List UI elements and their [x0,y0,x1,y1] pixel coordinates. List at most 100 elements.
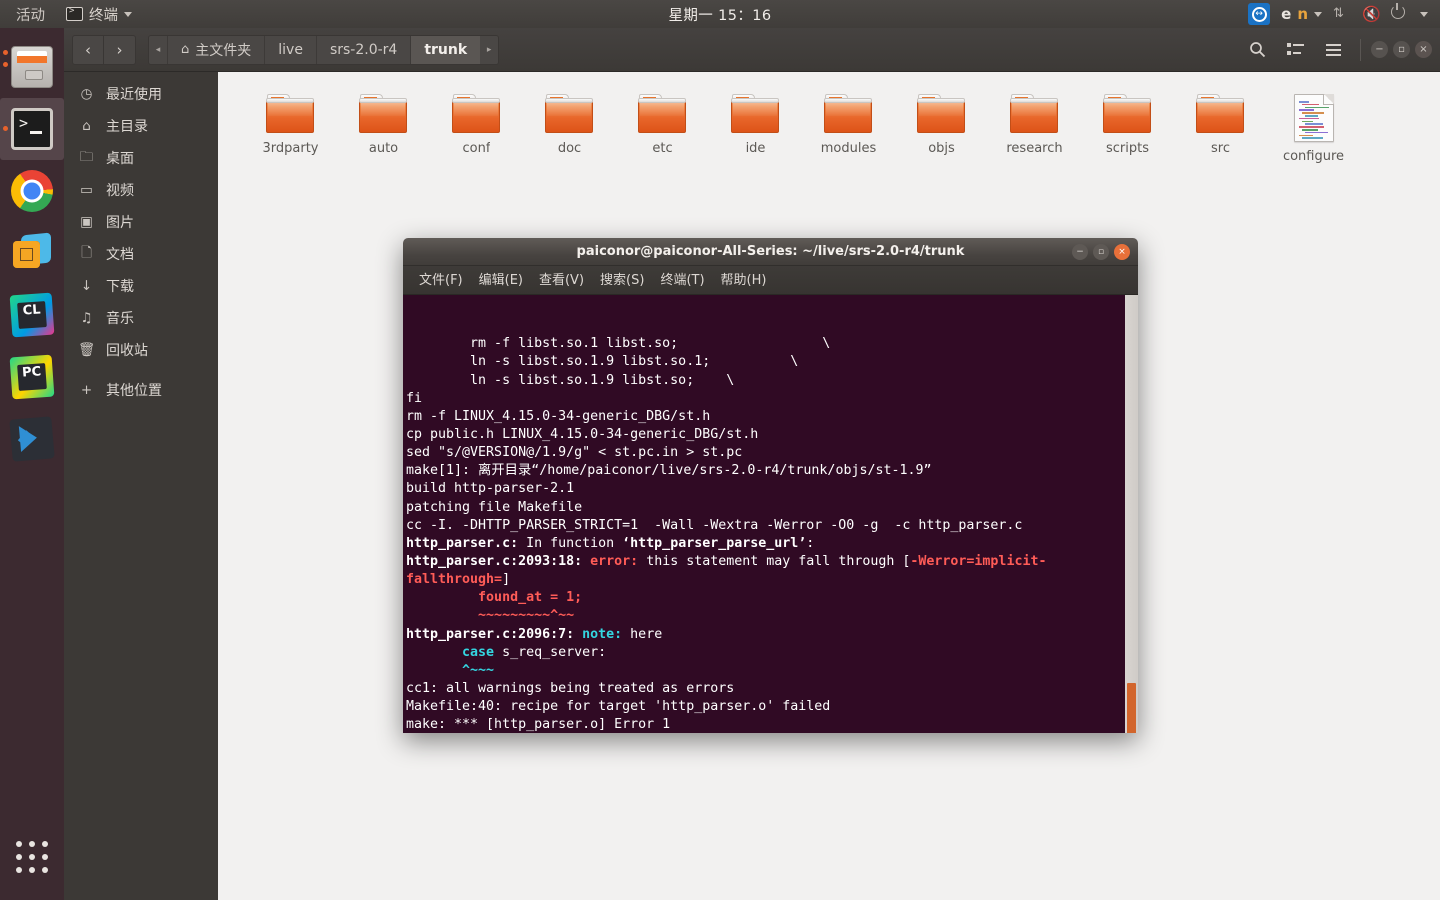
terminal-line: ln -s libst.so.1.9 libst.so; \ [406,372,735,388]
folder-item[interactable]: 3rdparty [244,90,337,164]
file-name-label: research [1006,141,1063,156]
sidebar-item-other-locations[interactable]: + 其他位置 [64,374,218,406]
breadcrumb-item-live[interactable]: live [264,35,316,64]
folder-item[interactable]: conf [430,90,523,164]
menu-edit[interactable]: 编辑(E) [471,266,531,295]
file-name-label: modules [820,141,877,156]
hamburger-menu-icon[interactable] [1316,34,1350,66]
folder-item[interactable]: research [988,90,1081,164]
menu-terminal[interactable]: 终端(T) [652,266,712,295]
list-view-icon[interactable] [1278,34,1312,66]
file-name-label: objs [928,141,955,156]
breadcrumb-item-srs[interactable]: srs-2.0-r4 [315,35,411,64]
terminal-line: http_parser.c:2093:18: error: this state… [406,554,1047,569]
file-manager-window-controls: − ▫ × [1371,41,1432,58]
file-name-label: auto [368,141,399,156]
sidebar-item-recent[interactable]: ◷ 最近使用 [64,78,218,110]
lang-first-letter: e [1281,5,1292,23]
menu-file[interactable]: 文件(F) [411,266,471,295]
keyboard-layout-indicator[interactable]: en [1281,5,1322,23]
dock-item-pycharm[interactable] [0,346,64,408]
terminal-minimize-button[interactable]: − [1072,243,1088,260]
terminal-scrollbar[interactable] [1125,295,1138,733]
dock-item-chrome[interactable] [0,160,64,222]
folder-item[interactable]: ide [709,90,802,164]
back-button[interactable]: ‹ [72,34,104,65]
menu-view[interactable]: 查看(V) [531,266,592,295]
folder-item[interactable]: etc [616,90,709,164]
dock-item-vmware[interactable] [0,222,64,284]
folder-item[interactable]: objs [895,90,988,164]
sidebar-item-downloads[interactable]: ↓ 下载 [64,270,218,302]
close-button[interactable]: × [1415,41,1432,58]
file-name-label: configure [1282,149,1345,164]
sidebar-item-label: 回收站 [106,343,148,359]
sidebar-item-label: 桌面 [106,151,134,167]
folder-item[interactable]: scripts [1081,90,1174,164]
search-icon[interactable] [1240,34,1274,66]
breadcrumb-scroll-right[interactable]: ▸ [480,35,499,64]
terminal-maximize-button[interactable]: ▫ [1093,243,1109,260]
sidebar-item-label: 图片 [106,215,134,231]
breadcrumb-item-home[interactable]: ⌂ 主文件夹 [167,35,265,64]
volume-muted-icon[interactable]: 🔇 [1362,5,1381,23]
plus-icon: + [80,382,93,398]
file-name-label: src [1211,141,1230,156]
sidebar-item-home[interactable]: ⌂ 主目录 [64,110,218,142]
dock-item-clion[interactable] [0,284,64,346]
terminal-title-bar[interactable]: paiconor@paiconor-All-Series: ~/live/srs… [403,238,1138,266]
chevron-down-icon[interactable] [1420,11,1428,17]
terminal-close-button[interactable]: × [1114,243,1130,260]
maximize-button[interactable]: ▫ [1393,41,1410,58]
file-item[interactable]: configure [1267,90,1360,164]
terminal-line: ln -s libst.so.1.9 libst.so.1; \ [406,354,799,370]
sidebar-item-trash[interactable]: 🗑 回收站 [64,334,218,366]
clock[interactable]: 星期一 15：16 [590,4,850,25]
show-applications-button[interactable] [0,832,64,882]
app-menu-terminal[interactable]: 终端 [58,4,140,25]
folder-icon [265,94,316,134]
menu-search[interactable]: 搜索(S) [592,266,652,295]
dock-item-files[interactable] [0,36,64,98]
home-icon: ⌂ [82,118,91,134]
sidebar-item-label: 音乐 [106,311,134,327]
folder-item[interactable]: doc [523,90,616,164]
terminal-output[interactable]: rm -f libst.so.1 libst.so; \ ln -s libst… [403,295,1138,733]
activities-button[interactable]: 活动 [0,4,58,25]
terminal-line: ^~~~ [406,662,495,678]
terminal-scrollbar-thumb[interactable] [1127,683,1136,733]
minimize-button[interactable]: − [1371,41,1388,58]
teamviewer-icon[interactable] [1248,3,1271,25]
sidebar-item-desktop[interactable]: 🗀 桌面 [64,142,218,174]
menu-help[interactable]: 帮助(H) [713,266,775,295]
breadcrumb-item-trunk[interactable]: trunk [410,35,481,64]
launcher-dock [0,28,64,900]
terminal-line: fi [406,390,423,406]
power-icon[interactable] [1391,3,1409,23]
folder-icon [916,94,967,134]
dock-item-vscode[interactable] [0,408,64,470]
lang-second-letter: n [1297,5,1308,23]
folder-item[interactable]: src [1174,90,1267,164]
network-icon[interactable]: ⇅ [1333,5,1351,23]
terminal-line: http_parser.c: In function ‘http_parser_… [406,535,815,551]
script-file-icon [1293,94,1334,142]
terminal-line: Makefile:40: recipe for target 'http_par… [406,699,831,715]
download-icon: ↓ [80,278,93,294]
header-divider [1360,38,1361,61]
terminal-line: cp public.h LINUX_4.15.0-34-generic_DBG/… [406,427,759,443]
terminal-line: patching file Makefile [406,499,583,515]
folder-item[interactable]: auto [337,90,430,164]
sidebar-item-videos[interactable]: ▭ 视频 [64,174,218,206]
terminal-line: fallthrough=] [406,572,511,588]
document-icon: 🗋 [81,244,92,261]
forward-button[interactable]: › [104,34,136,65]
folder-item[interactable]: modules [802,90,895,164]
folder-icon [451,94,502,134]
trash-icon: 🗑 [78,342,96,358]
sidebar-item-music[interactable]: ♫ 音乐 [64,302,218,334]
sidebar-item-documents[interactable]: 🗋 文档 [64,238,218,270]
breadcrumb-scroll-left[interactable]: ◂ [149,35,167,64]
sidebar-item-pictures[interactable]: ▣ 图片 [64,206,218,238]
dock-item-terminal[interactable] [0,98,64,160]
